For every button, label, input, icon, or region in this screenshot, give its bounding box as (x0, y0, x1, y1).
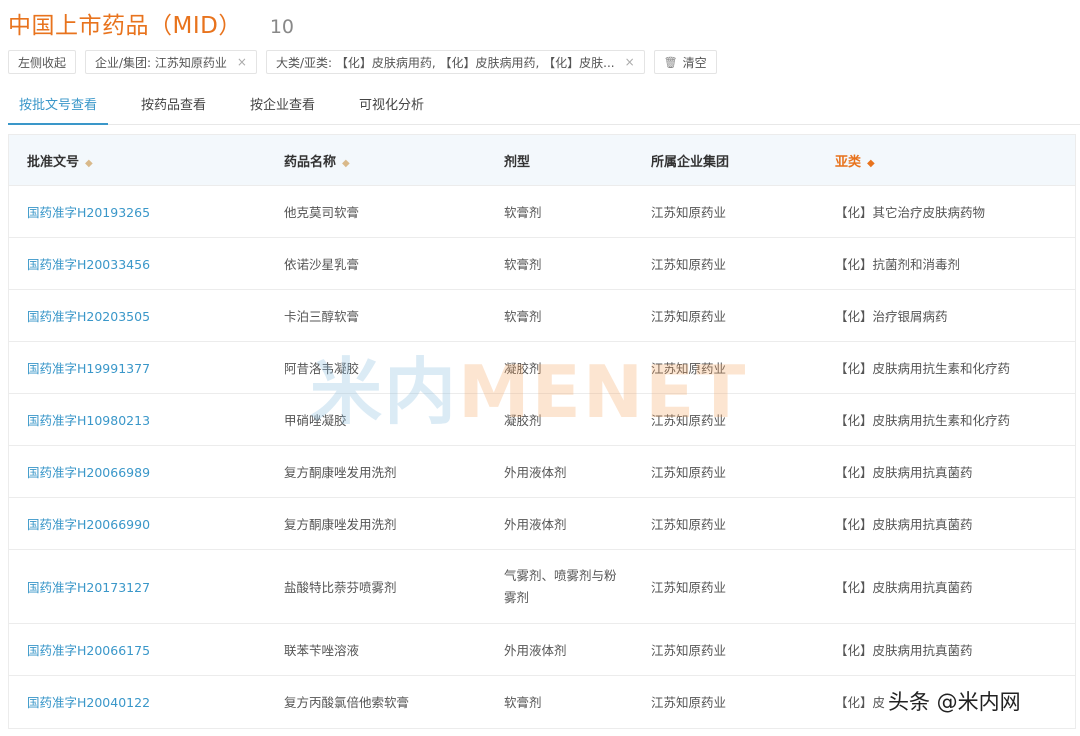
filter-category-label: 大类/亚类: 【化】皮肤病用药, 【化】皮肤病用药, 【化】皮肤... (275, 55, 615, 70)
close-icon[interactable]: × (237, 55, 247, 69)
filter-chip-enterprise[interactable]: 企业/集团: 江苏知原药业 × (85, 50, 257, 74)
approval-number-link[interactable]: 国药准字H20066175 (27, 643, 150, 658)
dosage-form: 气雾剂、喷雾剂与粉雾剂 (504, 567, 617, 605)
dosage-form: 外用液体剂 (504, 517, 567, 532)
table-row: 国药准字H20203505 卡泊三醇软膏 软膏剂 江苏知原药业 【化】治疗银屑病… (9, 289, 1075, 342)
table-row: 国药准字H20066990 复方酮康唑发用洗剂 外用液体剂 江苏知原药业 【化】… (9, 497, 1075, 550)
dosage-form: 外用液体剂 (504, 643, 567, 658)
view-tabs: 按批文号查看 按药品查看 按企业查看 可视化分析 (8, 92, 1080, 125)
approval-number-link[interactable]: 国药准字H19991377 (27, 361, 150, 376)
close-icon[interactable]: × (625, 55, 635, 69)
dosage-form: 软膏剂 (504, 309, 542, 324)
subcategory: 【化】皮肤病用抗生素和化疗药 (835, 413, 1011, 428)
filter-bar: 左侧收起 企业/集团: 江苏知原药业 × 大类/亚类: 【化】皮肤病用药, 【化… (8, 50, 717, 74)
approval-number-link[interactable]: 国药准字H20066989 (27, 465, 150, 480)
dosage-form: 软膏剂 (504, 257, 542, 272)
approval-number-link[interactable]: 国药准字H20193265 (27, 205, 150, 220)
column-header-dosage-form: 剂型 (486, 135, 633, 186)
enterprise-name: 江苏知原药业 (651, 465, 727, 480)
page-title: 中国上市药品（MID） (8, 13, 242, 39)
table-row: 国药准字H10980213 甲硝唑凝胶 凝胶剂 江苏知原药业 【化】皮肤病用抗生… (9, 393, 1075, 446)
approval-number-link[interactable]: 国药准字H20173127 (27, 580, 150, 595)
drug-name: 盐酸特比萘芬喷雾剂 (284, 580, 397, 595)
result-count: 10 (269, 16, 295, 38)
enterprise-name: 江苏知原药业 (651, 361, 727, 376)
enterprise-name: 江苏知原药业 (651, 309, 727, 324)
approval-number-link[interactable]: 国药准字H20066990 (27, 517, 150, 532)
trash-icon: 🗑 (663, 55, 678, 69)
subcategory: 【化】抗菌剂和消毒剂 (835, 257, 961, 272)
sort-icon[interactable]: ◆ (342, 158, 350, 169)
subcategory: 【化】皮肤病用抗生素和化疗药 (835, 361, 1011, 376)
dosage-form: 凝胶剂 (504, 361, 542, 376)
table-row: 国药准字H20066175 联苯苄唑溶液 外用液体剂 江苏知原药业 【化】皮肤病… (9, 623, 1075, 676)
clear-filters-button[interactable]: 🗑 清空 (653, 50, 717, 74)
approval-number-link[interactable]: 国药准字H20203505 (27, 309, 150, 324)
column-header-enterprise: 所属企业集团 (633, 135, 817, 186)
drug-name: 他克莫司软膏 (284, 205, 360, 220)
enterprise-name: 江苏知原药业 (651, 413, 727, 428)
dosage-form: 外用液体剂 (504, 465, 567, 480)
page-header: 中国上市药品（MID） 10 (8, 6, 294, 42)
results-table: 批准文号 ◆ 药品名称 ◆ 剂型 所属企业集团 亚类 ◆ 国药准字H20193265 (8, 134, 1076, 729)
approval-number-link[interactable]: 国药准字H20033456 (27, 257, 150, 272)
column-header-drug-name[interactable]: 药品名称 ◆ (266, 135, 486, 186)
subcategory: 【化】皮肤病用抗真菌药 (835, 643, 973, 658)
drug-name: 复方酮康唑发用洗剂 (284, 465, 397, 480)
drug-name: 依诺沙星乳膏 (284, 257, 360, 272)
drug-name: 阿昔洛韦凝胶 (284, 361, 360, 376)
column-header-label: 药品名称 (284, 154, 337, 170)
table-row: 国药准字H19991377 阿昔洛韦凝胶 凝胶剂 江苏知原药业 【化】皮肤病用抗… (9, 341, 1075, 394)
sort-icon[interactable]: ◆ (85, 158, 93, 169)
drug-name: 复方丙酸氯倍他索软膏 (284, 695, 410, 711)
column-header-label: 亚类 (835, 154, 862, 170)
subcategory: 【化】其它治疗皮肤病药物 (835, 205, 986, 220)
tab-by-approval-number[interactable]: 按批文号查看 (8, 92, 109, 125)
filter-enterprise-label: 企业/集团: 江苏知原药业 (95, 55, 227, 70)
subcategory: 【化】皮肤病用抗真菌药 (835, 580, 973, 595)
tab-by-drug[interactable]: 按药品查看 (130, 92, 217, 123)
table-header-row: 批准文号 ◆ 药品名称 ◆ 剂型 所属企业集团 亚类 ◆ (9, 135, 1075, 186)
clear-label: 清空 (682, 55, 707, 70)
collapse-label: 左侧收起 (18, 55, 67, 70)
enterprise-name: 江苏知原药业 (651, 695, 727, 711)
filter-chip-category[interactable]: 大类/亚类: 【化】皮肤病用药, 【化】皮肤病用药, 【化】皮肤... × (265, 50, 645, 74)
dosage-form: 凝胶剂 (504, 413, 542, 428)
column-header-label: 所属企业集团 (651, 154, 730, 170)
table-row: 国药准字H20066989 复方酮康唑发用洗剂 外用液体剂 江苏知原药业 【化】… (9, 445, 1075, 498)
approval-number-link[interactable]: 国药准字H20040122 (27, 695, 150, 710)
column-header-approval-number[interactable]: 批准文号 ◆ (9, 135, 266, 186)
enterprise-name: 江苏知原药业 (651, 517, 727, 532)
subcategory: 【化】治疗银屑病药 (835, 309, 948, 324)
approval-number-link[interactable]: 国药准字H10980213 (27, 413, 150, 428)
enterprise-name: 江苏知原药业 (651, 580, 727, 595)
drug-name: 联苯苄唑溶液 (284, 643, 360, 658)
enterprise-name: 江苏知原药业 (651, 643, 727, 658)
column-header-subcategory[interactable]: 亚类 ◆ (817, 135, 1075, 186)
column-header-label: 批准文号 (27, 154, 80, 170)
dosage-form: 软膏剂 (504, 205, 542, 220)
column-header-label: 剂型 (504, 154, 531, 170)
subcategory: 【化】皮肤病用抗真菌药 (835, 517, 973, 532)
collapse-sidebar-button[interactable]: 左侧收起 (8, 50, 77, 74)
dosage-form: 软膏剂 (504, 695, 542, 711)
drug-name: 甲硝唑凝胶 (284, 413, 347, 428)
tab-by-enterprise[interactable]: 按企业查看 (239, 92, 326, 123)
attribution-watermark: 头条 @米内网 (884, 686, 1025, 716)
tab-visual-analysis[interactable]: 可视化分析 (348, 92, 435, 123)
drug-name: 复方酮康唑发用洗剂 (284, 517, 397, 532)
sort-icon[interactable]: ◆ (867, 158, 875, 169)
table-row: 国药准字H20173127 盐酸特比萘芬喷雾剂 气雾剂、喷雾剂与粉雾剂 江苏知原… (9, 549, 1075, 624)
enterprise-name: 江苏知原药业 (651, 205, 727, 220)
subcategory: 【化】皮肤病用抗真菌药 (835, 465, 973, 480)
table-row: 国药准字H20193265 他克莫司软膏 软膏剂 江苏知原药业 【化】其它治疗皮… (9, 185, 1075, 238)
table-row: 国药准字H20033456 依诺沙星乳膏 软膏剂 江苏知原药业 【化】抗菌剂和消… (9, 237, 1075, 290)
drug-name: 卡泊三醇软膏 (284, 309, 360, 324)
enterprise-name: 江苏知原药业 (651, 257, 727, 272)
